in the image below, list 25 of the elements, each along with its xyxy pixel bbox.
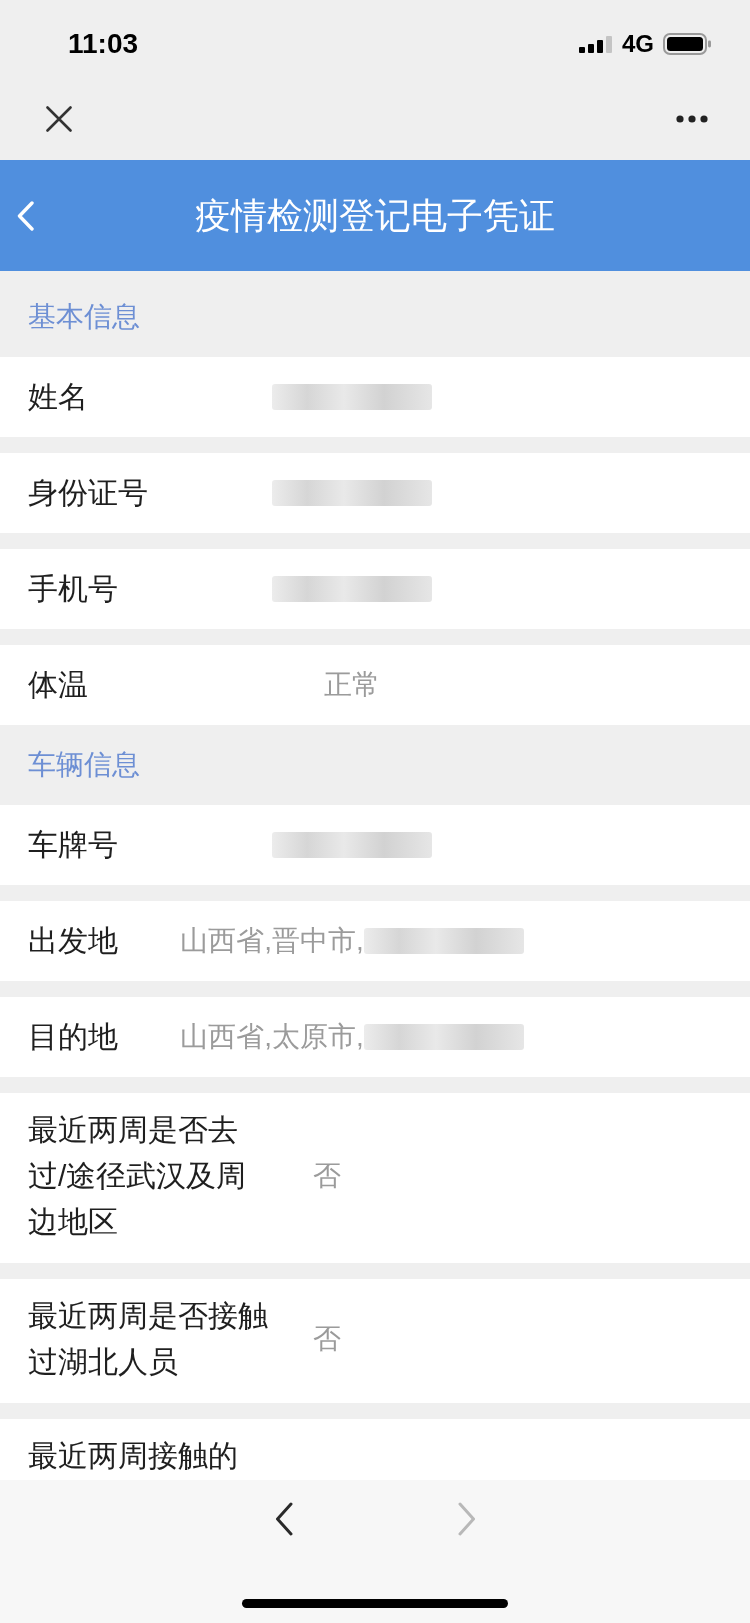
chevron-left-icon[interactable] [274, 1502, 293, 1536]
field-label: 姓名 [28, 379, 89, 415]
section-title: 车辆信息 [28, 748, 140, 782]
field-value: 正常 [324, 668, 380, 702]
field-value: 山西省,太原市, [180, 1020, 364, 1054]
field-label: 最近两周接触的 [28, 1438, 239, 1474]
section-title: 基本信息 [28, 300, 140, 334]
field-label: 最近两周是否去过/途径武汉及周边地区 [28, 1112, 248, 1240]
field-label: 车牌号 [28, 827, 119, 863]
network-label: 4G [622, 30, 654, 58]
field-label: 出发地 [28, 923, 119, 959]
close-icon[interactable] [46, 106, 72, 132]
more-icon[interactable] [676, 115, 708, 123]
battery-icon [663, 33, 711, 55]
page-title: 疫情检测登记电子凭证 [195, 193, 555, 238]
field-value: 山西省,晋中市, [180, 924, 364, 958]
field-label: 目的地 [28, 1019, 119, 1055]
field-label: 身份证号 [28, 475, 149, 511]
field-label: 最近两周是否接触过湖北人员 [28, 1298, 269, 1380]
field-label: 体温 [28, 667, 89, 703]
field-value: 否 [312, 1322, 342, 1356]
status-time: 11:03 [68, 27, 139, 61]
field-label: 手机号 [28, 571, 119, 607]
field-value: 否 [312, 1159, 342, 1193]
signal-icon [579, 35, 613, 53]
